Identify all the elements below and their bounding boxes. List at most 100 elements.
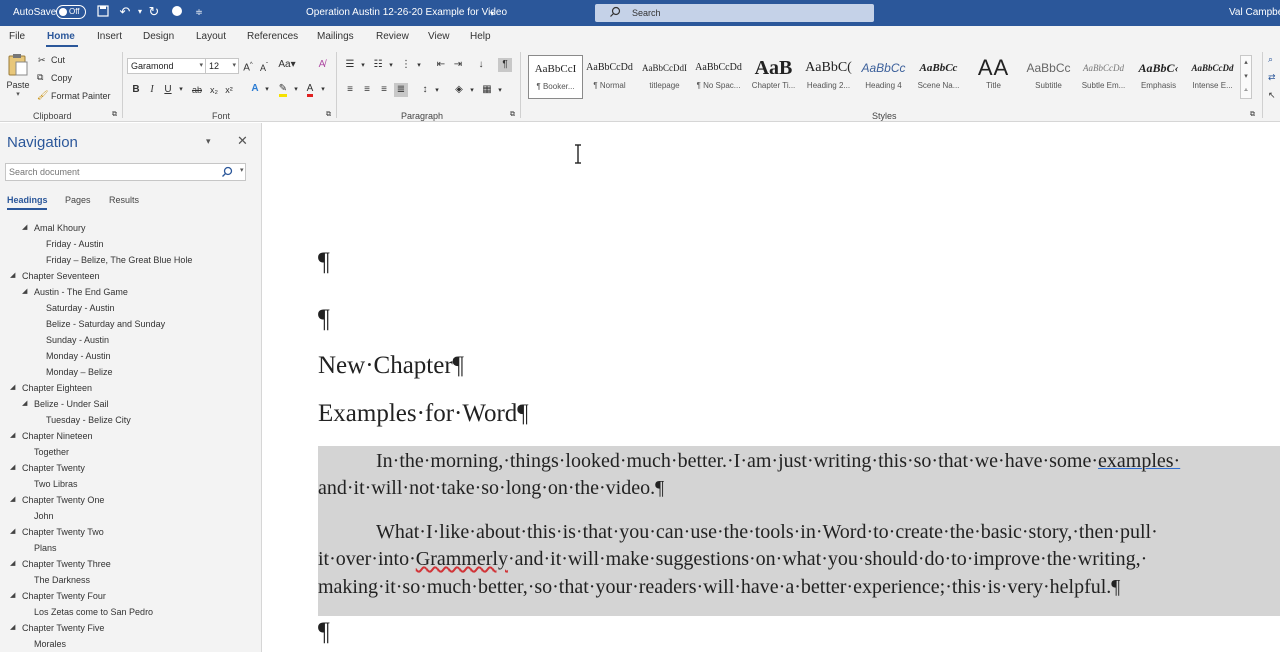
nav-heading-item[interactable]: Together <box>0 444 260 460</box>
underline-dropdown-icon[interactable]: ▾ <box>174 83 188 97</box>
font-color-icon[interactable]: A <box>303 82 317 97</box>
strikethrough-icon[interactable]: ab <box>190 83 204 97</box>
expand-collapse-icon[interactable]: ◢ <box>22 220 27 236</box>
expand-collapse-icon[interactable]: ◢ <box>22 396 27 412</box>
tab-file[interactable]: File <box>9 31 25 42</box>
font-name-box[interactable]: Garamond ▾ <box>127 58 206 74</box>
font-size-box[interactable]: 12 ▾ <box>205 58 239 74</box>
customize-qat-icon[interactable]: ≑ <box>192 5 206 19</box>
expand-collapse-icon[interactable]: ◢ <box>22 284 27 300</box>
chevron-down-icon[interactable]: ▾ <box>240 166 244 174</box>
tab-view[interactable]: View <box>428 31 450 42</box>
expand-collapse-icon[interactable]: ◢ <box>10 524 15 540</box>
nav-heading-item[interactable]: ◢ Austin - The End Game <box>0 284 260 300</box>
heading-examples-for-word[interactable]: Examples·for·Word¶ <box>318 400 529 428</box>
cut-button[interactable]: Cut <box>51 55 65 65</box>
para2-line3[interactable]: making·it·so·much·better,·so·that·your·r… <box>318 575 1120 599</box>
select-icon[interactable]: ↖ <box>1268 90 1276 101</box>
align-left-icon[interactable]: ≡ <box>343 83 357 97</box>
style-titlepage[interactable]: AaBbCcDdI titlepage <box>637 55 692 99</box>
increase-indent-icon[interactable]: ⇥ <box>451 58 465 72</box>
nav-heading-item[interactable]: Monday - Austin <box>0 348 260 364</box>
autosave-toggle[interactable]: Off <box>56 5 86 19</box>
empty-paragraph-mark[interactable]: ¶ <box>318 304 330 334</box>
tab-help[interactable]: Help <box>470 31 491 42</box>
style-heading-2[interactable]: AaBbC( Heading 2... <box>801 55 856 99</box>
expand-collapse-icon[interactable]: ◢ <box>10 556 15 572</box>
tab-references[interactable]: References <box>247 31 298 42</box>
nav-search-box[interactable]: ▾ <box>5 163 246 181</box>
multilevel-dropdown-icon[interactable]: ▾ <box>412 59 426 73</box>
save-icon[interactable] <box>96 5 110 19</box>
bold-icon[interactable]: B <box>129 83 143 97</box>
nav-heading-item[interactable]: Monday – Belize <box>0 364 260 380</box>
clipboard-launcher-icon[interactable]: ⧉ <box>112 111 117 119</box>
bullets-dropdown-icon[interactable]: ▾ <box>356 59 370 73</box>
format-painter-icon[interactable]: 🖌 <box>37 90 48 101</box>
tab-review[interactable]: Review <box>376 31 409 42</box>
tab-mailings[interactable]: Mailings <box>317 31 354 42</box>
title-dropdown-icon[interactable]: ▾ <box>490 8 494 20</box>
nav-heading-item[interactable]: The Darkness <box>0 572 260 588</box>
nav-heading-item[interactable]: ◢ Chapter Twenty Two <box>0 524 260 540</box>
font-launcher-icon[interactable]: ⧉ <box>326 111 331 119</box>
grow-font-icon[interactable]: A^ <box>241 58 255 73</box>
nav-tab-headings[interactable]: Headings <box>7 195 48 205</box>
style-subtle-emphasis[interactable]: AaBbCcDd Subtle Em... <box>1076 55 1131 99</box>
nav-heading-item[interactable]: Friday – Belize, The Great Blue Hole <box>0 252 260 268</box>
expand-collapse-icon[interactable]: ◢ <box>10 588 15 604</box>
font-color-dropdown-icon[interactable]: ▾ <box>316 83 330 97</box>
line-spacing-dropdown-icon[interactable]: ▾ <box>430 84 444 98</box>
borders-icon[interactable]: ▦ <box>480 83 494 97</box>
subscript-icon[interactable]: x₂ <box>207 83 221 97</box>
para1-line1[interactable]: In·the·morning,·things·looked·much·bette… <box>376 449 1180 473</box>
italic-icon[interactable]: I <box>145 83 159 97</box>
clear-formatting-icon[interactable]: A̸ <box>315 58 329 72</box>
expand-collapse-icon[interactable]: ◢ <box>10 620 15 636</box>
search-document-input[interactable] <box>6 164 206 180</box>
empty-paragraph-mark[interactable]: ¶ <box>318 247 330 277</box>
nav-heading-item[interactable]: ◢ Chapter Twenty One <box>0 492 260 508</box>
style-title[interactable]: AA Title <box>966 55 1021 99</box>
nav-heading-item[interactable]: ◢ Chapter Eighteen <box>0 380 260 396</box>
search-icon[interactable] <box>221 166 233 178</box>
paste-dropdown-icon[interactable]: ▾ <box>5 90 31 98</box>
copy-button[interactable]: Copy <box>51 73 72 83</box>
document-canvas[interactable]: ¶ ¶ New·Chapter¶ Examples·for·Word¶ In·t… <box>263 123 1280 652</box>
chevron-down-icon[interactable]: ▾ <box>1241 70 1251 84</box>
expand-collapse-icon[interactable]: ◢ <box>10 492 15 508</box>
nav-heading-item[interactable]: Sunday - Austin <box>0 332 260 348</box>
redo-icon[interactable]: ↻ <box>147 5 161 19</box>
empty-paragraph-mark[interactable]: ¶ <box>318 617 330 647</box>
para2-line1[interactable]: What·I·like·about·this·is·that·you·can·u… <box>376 520 1158 544</box>
style-subtitle[interactable]: AaBbCc Subtitle <box>1021 55 1076 99</box>
tab-layout[interactable]: Layout <box>196 31 226 42</box>
gallery-more-icon[interactable]: ⩡ <box>1241 84 1251 98</box>
numbering-icon[interactable]: ☷ <box>371 58 385 72</box>
superscript-icon[interactable]: x² <box>222 83 236 97</box>
align-right-icon[interactable]: ≡ <box>377 83 391 97</box>
style-chapter-title[interactable]: AaB Chapter Ti... <box>746 55 801 99</box>
nav-heading-item[interactable]: Friday - Austin <box>0 236 260 252</box>
tab-home[interactable]: Home <box>47 31 75 42</box>
style-emphasis[interactable]: AaBbC‹ Emphasis <box>1131 55 1186 99</box>
heading-new-chapter[interactable]: New·Chapter¶ <box>318 352 464 380</box>
justify-icon[interactable]: ≣ <box>394 83 408 97</box>
para2-line2[interactable]: it·over·into·Grammerly·and·it·will·make·… <box>318 547 1147 571</box>
undo-dropdown-icon[interactable]: ▾ <box>133 5 147 19</box>
style-heading-4[interactable]: AaBbCc Heading 4 <box>856 55 911 99</box>
format-painter-button[interactable]: Format Painter <box>51 91 111 101</box>
numbering-dropdown-icon[interactable]: ▾ <box>384 59 398 73</box>
expand-collapse-icon[interactable]: ◢ <box>10 460 15 476</box>
style-scene-name[interactable]: AaBbCc Scene Na... <box>911 55 966 99</box>
nav-heading-item[interactable]: ◢ Chapter Twenty <box>0 460 260 476</box>
paragraph-launcher-icon[interactable]: ⧉ <box>510 111 515 119</box>
paste-button[interactable]: Paste ▾ <box>5 53 31 103</box>
align-center-icon[interactable]: ≡ <box>360 83 374 97</box>
tab-insert[interactable]: Insert <box>97 31 122 42</box>
replace-icon[interactable]: ⇄ <box>1268 72 1276 83</box>
nav-heading-item[interactable]: John <box>0 508 260 524</box>
change-case-icon[interactable]: Aa▾ <box>276 58 298 72</box>
search-box[interactable]: Search <box>595 4 874 22</box>
expand-collapse-icon[interactable]: ◢ <box>10 380 15 396</box>
